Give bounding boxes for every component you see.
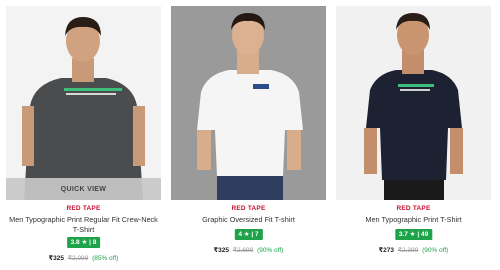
rating-separator: |: [251, 231, 254, 238]
sale-price: ₹325: [213, 247, 230, 254]
rating-separator: |: [89, 239, 91, 246]
review-count: 8: [92, 239, 97, 246]
original-price: ₹2,099: [67, 255, 89, 262]
model-photo-icon: [197, 13, 303, 200]
sale-price: ₹325: [48, 255, 65, 262]
brand-label: RED TAPE: [231, 205, 266, 212]
model-photo-icon: [364, 13, 463, 200]
star-icon: ★: [81, 239, 88, 246]
star-icon: ★: [243, 231, 250, 238]
product-title[interactable]: Men Typographic Print Regular Fit Crew-N…: [6, 215, 161, 235]
brand-label: RED TAPE: [396, 205, 431, 212]
product-card[interactable]: QUICK VIEW RED TAPE Men Typographic Prin…: [6, 0, 161, 270]
original-price: ₹2,399: [397, 247, 419, 254]
original-price: ₹2,699: [232, 247, 254, 254]
rating-value: 4: [238, 231, 242, 238]
product-title[interactable]: Men Typographic Print T-Shirt: [336, 215, 491, 225]
product-grid: QUICK VIEW RED TAPE Men Typographic Prin…: [0, 0, 500, 270]
star-icon: ★: [409, 231, 416, 238]
product-image[interactable]: QUICK VIEW: [6, 6, 161, 200]
product-card[interactable]: RED TAPE Graphic Oversized Fit T-shirt 4…: [171, 0, 326, 270]
product-title[interactable]: Graphic Oversized Fit T-shirt: [171, 215, 326, 225]
discount-label: (90% off): [422, 247, 449, 254]
model-photo-icon: [22, 17, 145, 200]
price-row: ₹325 ₹2,099 (85% off): [6, 254, 161, 262]
rating-badge: 4 ★ | 7: [234, 229, 263, 240]
review-count: 49: [420, 231, 429, 238]
rating-value: 3.7: [398, 231, 408, 238]
product-image[interactable]: [336, 6, 491, 200]
sale-price: ₹273: [378, 247, 395, 254]
product-image[interactable]: [171, 6, 326, 200]
rating-badge: 3.8 ★ | 8: [66, 237, 101, 248]
discount-label: (85% off): [92, 255, 119, 262]
rating-badge: 3.7 ★ | 49: [394, 229, 433, 240]
rating-value: 3.8: [70, 239, 80, 246]
quick-view-button[interactable]: QUICK VIEW: [6, 178, 161, 200]
brand-label: RED TAPE: [66, 205, 101, 212]
product-card[interactable]: RED TAPE Men Typographic Print T-Shirt 3…: [336, 0, 491, 270]
price-row: ₹273 ₹2,399 (90% off): [336, 246, 491, 254]
discount-label: (90% off): [257, 247, 284, 254]
rating-separator: |: [417, 231, 420, 238]
price-row: ₹325 ₹2,699 (90% off): [171, 246, 326, 254]
review-count: 7: [255, 231, 259, 238]
